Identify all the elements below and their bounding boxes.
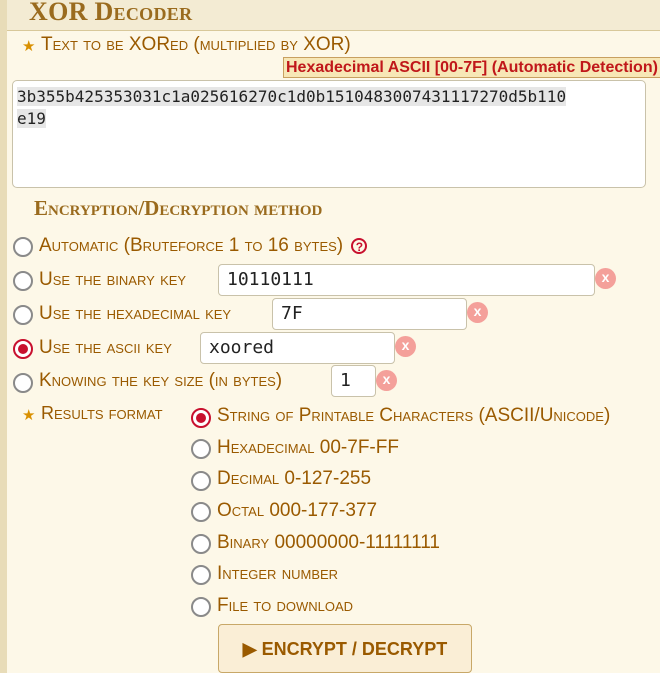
radio-ascii-key[interactable] [13,339,33,359]
option-ascii-key-label: Use the ascii key [39,337,172,358]
option-hex-key-label: Use the hexadecimal key [39,303,232,324]
method-heading: Encryption/Decryption method [34,196,323,220]
page-left-border [0,0,7,673]
cipher-text-input[interactable]: 3b355b425353031c1a025616270c1d0b15104830… [12,80,646,188]
radio-format-decimal[interactable] [191,471,211,491]
question-circle-icon[interactable]: ? [351,237,368,254]
radio-binary-key[interactable] [13,271,33,291]
star-icon: ★ [22,407,36,424]
clear-key-size-icon[interactable]: x [376,370,397,391]
radio-format-file[interactable] [191,597,211,617]
option-key-size-label: Knowing the key size (in bytes) [39,370,283,391]
input-label: Text to be XORed (multiplied by XOR) [41,34,351,55]
option-binary-key-label: Use the binary key [39,269,187,290]
format-integer-label: Integer number [217,563,339,584]
ascii-key-input[interactable]: xoored [200,332,395,364]
radio-hex-key[interactable] [13,305,33,325]
radio-format-integer[interactable] [191,565,211,585]
radio-key-size[interactable] [13,373,33,393]
page-title: XOR Decoder [29,0,193,26]
encrypt-decrypt-button[interactable]: ▶ ENCRYPT / DECRYPT [218,624,472,673]
format-octal-label: Octal 000-177-377 [217,500,378,521]
format-binary-label: Binary 00000000-11111111 [217,532,440,553]
clear-binary-key-icon[interactable]: x [595,268,616,289]
radio-format-string[interactable] [191,408,211,428]
key-size-input[interactable]: 1 [331,365,376,397]
format-hex-label: Hexadecimal 00-7F-FF [217,437,399,458]
clear-hex-key-icon[interactable]: x [467,302,488,323]
star-icon: ★ [22,38,36,55]
title-bar: XOR Decoder [7,0,660,31]
detected-format-badge: Hexadecimal ASCII [00-7F] (Automatic Det… [283,57,660,78]
radio-format-octal[interactable] [191,502,211,522]
clear-ascii-key-icon[interactable]: x [395,336,416,357]
cipher-text-line-1: 3b355b425353031c1a025616270c1d0b15104830… [17,87,567,106]
radio-automatic[interactable] [13,237,33,257]
cipher-text-line-2: e19 [17,109,46,128]
format-file-label: File to download [217,595,354,616]
option-automatic-row: Automatic (Bruteforce 1 to 16 bytes) ? [39,235,368,257]
results-format-label: Results format [41,403,163,423]
radio-format-binary[interactable] [191,534,211,554]
radio-format-hex[interactable] [191,439,211,459]
format-decimal-label: Decimal 0-127-255 [217,468,372,489]
option-automatic-label: Automatic (Bruteforce 1 to 16 bytes) [39,235,344,256]
hex-key-input[interactable]: 7F [272,298,467,330]
binary-key-input[interactable]: 10110111 [218,264,595,296]
format-string-label: String of Printable Characters (ASCII/Un… [217,405,611,426]
